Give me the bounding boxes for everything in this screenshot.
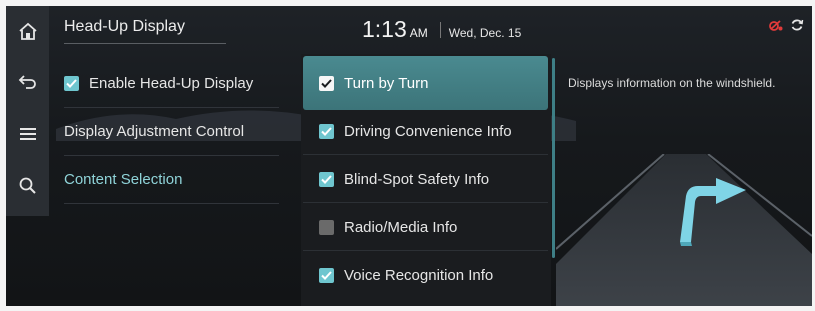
- menu-button[interactable]: [6, 114, 49, 154]
- menu-item-display-adjustment[interactable]: Display Adjustment Control: [64, 108, 279, 156]
- description-text: Displays information on the windshield.: [568, 76, 776, 90]
- side-rail: [6, 6, 49, 216]
- options-scrollbar[interactable]: [552, 58, 555, 258]
- option-label: Radio/Media Info: [344, 218, 458, 236]
- clock-divider: [439, 21, 441, 38]
- status-bar: [768, 18, 804, 32]
- page-title: Head-Up Display: [64, 18, 185, 35]
- hud-settings-screen: Head-Up Display 1:13 AM Wed, Dec. 15 Ena…: [6, 6, 812, 306]
- back-button[interactable]: [6, 62, 49, 102]
- clock-ampm: AM: [409, 26, 428, 40]
- enable-hud-checkbox[interactable]: [64, 76, 79, 91]
- option-label: Blind-Spot Safety Info: [344, 170, 490, 188]
- option-turn-by-turn[interactable]: Turn by Turn: [303, 56, 548, 110]
- option-label: Voice Recognition Info: [344, 267, 494, 284]
- check-icon: [321, 174, 332, 184]
- back-icon: [18, 75, 36, 89]
- option-radio-media[interactable]: Radio/Media Info: [303, 204, 548, 251]
- driving-convenience-checkbox[interactable]: [319, 123, 334, 139]
- radio-media-checkbox[interactable]: [319, 219, 334, 235]
- menu-item-label: Display Adjustment Control: [64, 123, 245, 140]
- option-voice-recognition[interactable]: Voice Recognition Info: [303, 252, 548, 299]
- search-icon: [19, 177, 36, 194]
- blind-spot-checkbox[interactable]: [319, 171, 334, 187]
- clock-date: Wed, Dec. 15: [448, 26, 522, 40]
- clock-time: 1:13: [362, 16, 407, 42]
- menu-item-label: Content Selection: [64, 171, 183, 188]
- search-button[interactable]: [6, 166, 49, 206]
- clock: 1:13 AM Wed, Dec. 15: [362, 16, 521, 43]
- turn-by-turn-checkbox[interactable]: [319, 75, 334, 91]
- home-button[interactable]: [6, 12, 49, 52]
- no-signal-icon: [769, 20, 783, 31]
- voice-recognition-checkbox[interactable]: [319, 268, 334, 283]
- option-label: Driving Convenience Info: [344, 122, 512, 140]
- option-driving-convenience[interactable]: Driving Convenience Info: [303, 108, 548, 155]
- check-icon: [321, 78, 332, 88]
- road-preview-image: [556, 154, 812, 306]
- option-blind-spot[interactable]: Blind-Spot Safety Info: [303, 156, 548, 203]
- menu-item-content-selection[interactable]: Content Selection: [64, 156, 279, 204]
- check-icon: [321, 271, 332, 280]
- option-label: Turn by Turn: [344, 74, 429, 92]
- home-icon: [18, 22, 37, 40]
- enable-hud-label: Enable Head-Up Display: [89, 75, 254, 92]
- sync-icon: [791, 19, 804, 31]
- menu-icon: [19, 128, 36, 140]
- check-icon: [66, 79, 77, 88]
- title-underline: [64, 43, 226, 44]
- check-icon: [321, 126, 332, 136]
- enable-hud-toggle[interactable]: Enable Head-Up Display: [64, 60, 279, 108]
